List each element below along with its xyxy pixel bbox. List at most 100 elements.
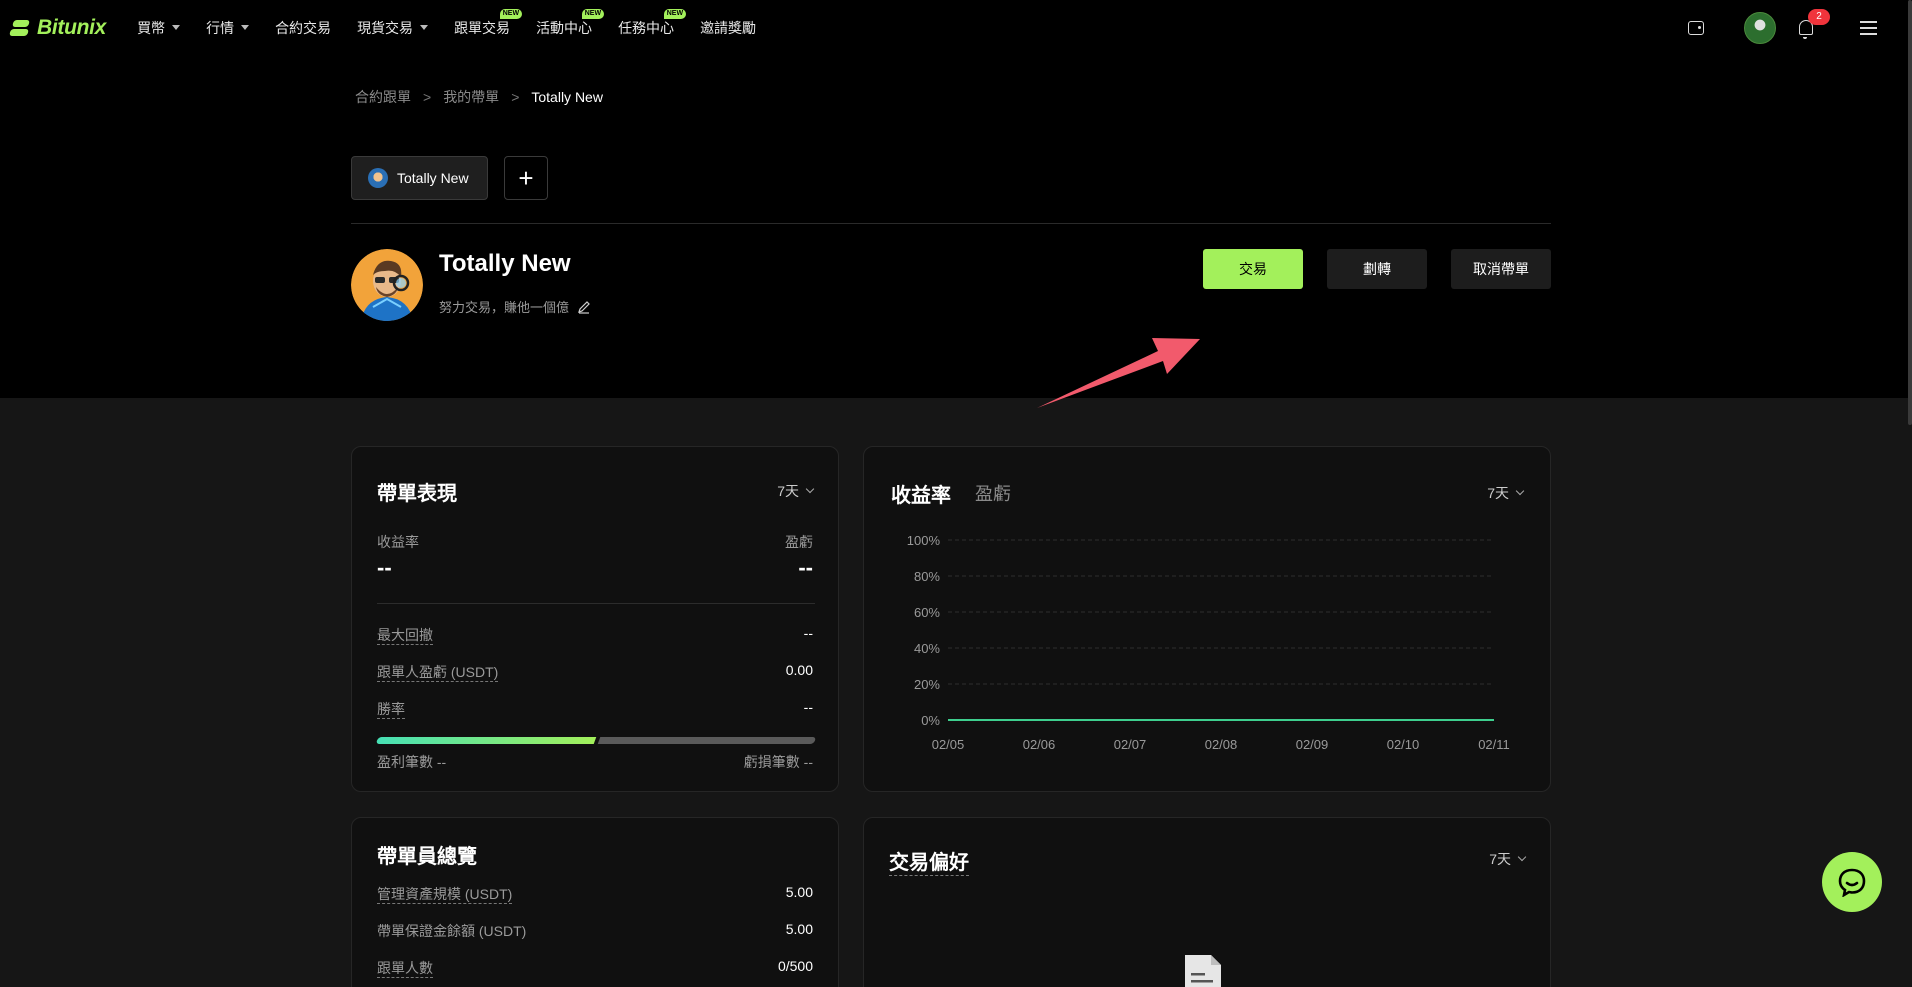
- follower-pnl-label-text: 跟單人盈虧 (USDT): [377, 664, 499, 682]
- breadcrumb-my-leads[interactable]: 我的帶單: [443, 87, 499, 107]
- caret-down-icon: [172, 25, 181, 30]
- win-rate-label-text: 勝率: [377, 701, 405, 719]
- section-divider: [351, 223, 1551, 224]
- cancel-lead-button[interactable]: 取消帶單: [1451, 249, 1551, 289]
- follower-pnl-value: 0.00: [785, 662, 813, 678]
- preference-title[interactable]: 交易偏好: [889, 846, 969, 876]
- chat-bubble-icon: [1838, 868, 1866, 897]
- win-count-label: 盈利筆數: [377, 754, 433, 770]
- tab-avatar-icon: [368, 168, 388, 188]
- followers-label-text: 跟單人數: [377, 960, 433, 978]
- profile-bio: 努力交易，賺他一個億: [439, 297, 591, 316]
- trading-preference-card: 交易偏好 7天: [863, 817, 1551, 987]
- notification-count-badge: 2: [1808, 9, 1830, 25]
- yield-value: --: [377, 555, 392, 580]
- win-loss-bar: [375, 737, 817, 744]
- preference-period-select[interactable]: 7天: [1489, 849, 1527, 869]
- chevron-down-icon: [1517, 852, 1527, 862]
- new-badge: NEW: [581, 9, 605, 19]
- preference-title-text: 交易偏好: [889, 852, 969, 876]
- max-drawdown-label-text: 最大回撤: [377, 627, 433, 645]
- top-navbar: Bitunix 買幣 行情 合約交易 現貨交易 跟單交易 NEW 活動中心 NEW 任務中心 NE…: [0, 0, 1912, 55]
- yield-chart-card: 收益率 盈虧 7天 0% 20% 40% 60% 80% 100% 02/05 02/06 02…: [863, 446, 1551, 792]
- nav-item-5[interactable]: 活動中心 NEW: [536, 0, 605, 55]
- trade-button[interactable]: 交易: [1203, 249, 1303, 289]
- nav-item-4[interactable]: 跟單交易 NEW: [454, 0, 523, 55]
- followers-label[interactable]: 跟單人數: [377, 958, 433, 978]
- max-drawdown-label[interactable]: 最大回撤: [377, 625, 433, 645]
- y-tick-label: 40%: [914, 641, 940, 656]
- nav-item-label: 活動中心: [536, 19, 593, 36]
- nav-item-label: 跟單交易: [454, 19, 511, 36]
- new-badge: NEW: [499, 9, 523, 19]
- tab-lead-profile[interactable]: Totally New: [351, 156, 488, 200]
- margin-balance-value: 5.00: [785, 921, 813, 937]
- wallet-icon[interactable]: [1686, 0, 1706, 55]
- pnl-label: 盈虧: [785, 534, 813, 550]
- aum-label-text: 管理資產規模 (USDT): [377, 886, 513, 904]
- nav-item-7[interactable]: 邀請獎勵: [700, 0, 756, 55]
- y-tick-label: 100%: [907, 533, 941, 548]
- y-tick-label: 20%: [914, 677, 940, 692]
- profile-avatar: [351, 249, 423, 321]
- nav-item-1[interactable]: 行情: [206, 0, 250, 55]
- win-rate-value: --: [803, 699, 813, 715]
- edit-pencil-icon[interactable]: [577, 300, 591, 314]
- nav-item-label: 買幣: [137, 19, 166, 36]
- win-count: 盈利筆數 --: [377, 752, 446, 772]
- tab-label: Totally New: [397, 170, 469, 186]
- logo-mark-icon: [9, 19, 32, 37]
- nav-item-0[interactable]: 買幣: [137, 0, 181, 55]
- loss-count-label: 虧損筆數: [743, 754, 800, 770]
- nav-item-label: 行情: [206, 19, 235, 36]
- yield-label: 收益率: [377, 534, 419, 550]
- hamburger-menu-icon[interactable]: [1858, 0, 1878, 55]
- bell-icon[interactable]: 2: [1796, 0, 1830, 55]
- period-label: 7天: [1489, 851, 1511, 867]
- main-nav: 買幣 行情 合約交易 現貨交易 跟單交易 NEW 活動中心 NEW 任務中心 NEW 邀請獎勵: [137, 0, 782, 55]
- aum-label[interactable]: 管理資產規模 (USDT): [377, 884, 513, 904]
- overview-title: 帶單員總覽: [377, 846, 477, 868]
- x-tick-label: 02/07: [1114, 737, 1147, 752]
- add-profile-button[interactable]: +: [504, 156, 548, 200]
- win-bar: [375, 737, 597, 744]
- nav-item-3[interactable]: 現貨交易: [357, 0, 429, 55]
- nav-item-label: 任務中心: [618, 19, 675, 36]
- chevron-down-icon: [805, 484, 815, 494]
- follower-pnl-label[interactable]: 跟單人盈虧 (USDT): [377, 662, 499, 682]
- nav-item-label: 現貨交易: [357, 19, 414, 36]
- margin-balance-label: 帶單保證金餘額 (USDT): [377, 923, 527, 939]
- max-drawdown-value: --: [803, 625, 813, 641]
- empty-document-icon: [1185, 955, 1221, 987]
- nav-item-label: 邀請獎勵: [700, 19, 757, 36]
- x-tick-label: 02/09: [1296, 737, 1329, 752]
- annotation-arrow-icon: [1037, 338, 1200, 408]
- chat-support-button[interactable]: [1822, 852, 1882, 912]
- breadcrumb-separator: >: [511, 89, 520, 105]
- user-avatar[interactable]: [1744, 0, 1776, 55]
- x-tick-label: 02/10: [1387, 737, 1420, 752]
- x-tick-label: 02/06: [1023, 737, 1056, 752]
- profile-name: Totally New: [439, 250, 571, 277]
- bitunix-logo[interactable]: Bitunix: [9, 16, 106, 40]
- breadcrumb-copy-trading[interactable]: 合約跟單: [355, 87, 411, 107]
- performance-divider: [377, 603, 815, 604]
- profile-bio-text: 努力交易，賺他一個億: [439, 300, 570, 315]
- pnl-value: --: [798, 555, 813, 580]
- breadcrumb-separator: >: [423, 89, 432, 105]
- transfer-button[interactable]: 劃轉: [1327, 249, 1427, 289]
- nav-item-2[interactable]: 合約交易: [275, 0, 331, 55]
- nav-item-6[interactable]: 任務中心 NEW: [618, 0, 687, 55]
- followers-value: 0/500: [777, 958, 813, 974]
- caret-down-icon: [420, 25, 429, 30]
- page-scrollbar[interactable]: [1908, 0, 1912, 425]
- win-rate-label[interactable]: 勝率: [377, 699, 405, 719]
- x-tick-label: 02/08: [1205, 737, 1238, 752]
- lead-overview-card: 帶單員總覽 管理資產規模 (USDT) 5.00 帶單保證金餘額 (USDT) …: [351, 817, 839, 987]
- breadcrumb-current: Totally New: [531, 89, 603, 105]
- y-tick-label: 80%: [914, 569, 940, 584]
- breadcrumb: 合約跟單 > 我的帶單 > Totally New: [355, 87, 603, 107]
- performance-period-select[interactable]: 7天: [777, 481, 815, 501]
- loss-bar: [597, 737, 817, 744]
- loss-count-value: --: [803, 754, 813, 770]
